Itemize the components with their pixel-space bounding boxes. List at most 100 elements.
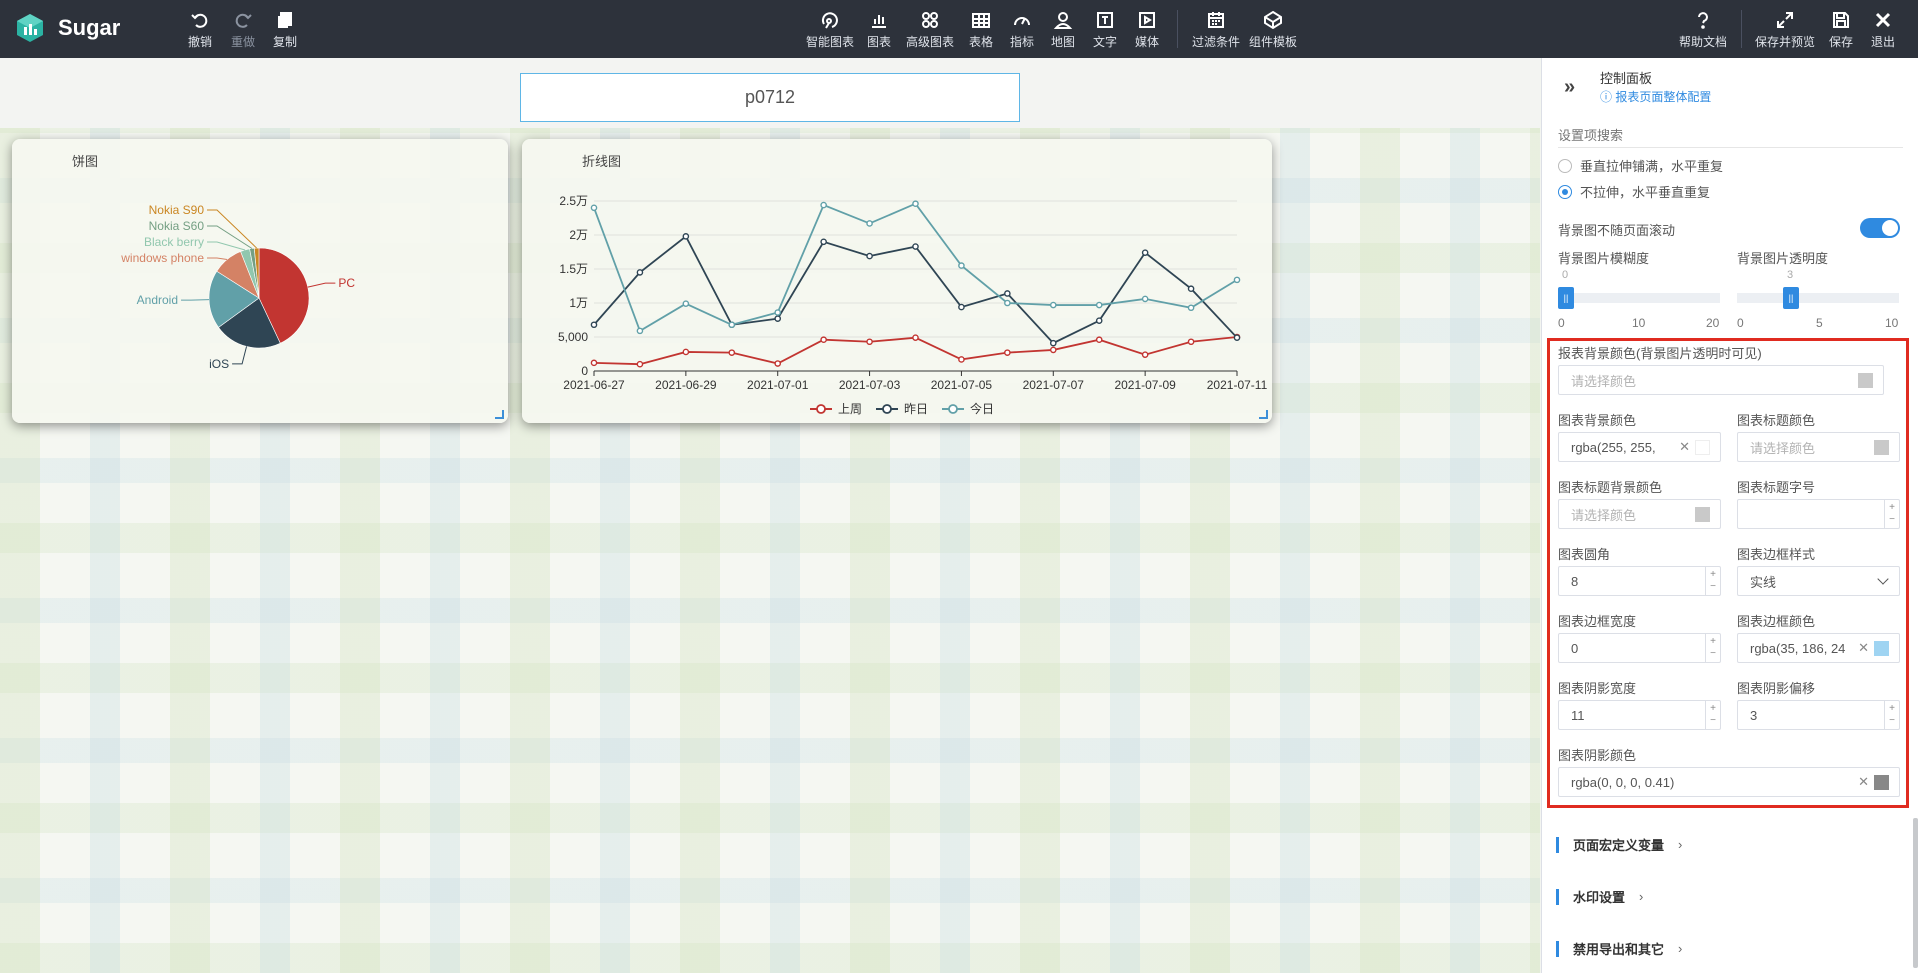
table-button[interactable]: 表格 [969,10,993,50]
advanced-chart-button[interactable]: 高级图表 [906,10,954,50]
report-canvas[interactable]: p0712 饼图 PC iOS Android windows phone Black … [0,58,1540,973]
collapse-panel-icon[interactable]: » [1564,76,1575,99]
data-point[interactable] [912,243,919,250]
data-point[interactable] [590,359,598,367]
radio-no-stretch[interactable]: 不拉伸，水平垂直重复 [1558,182,1710,201]
data-point[interactable] [774,309,782,316]
radio-button[interactable] [1558,158,1572,173]
save-button[interactable]: 保存 [1829,10,1853,50]
section-watermark[interactable]: 水印设置 › [1556,887,1643,906]
border-style-select[interactable]: 实线 [1737,566,1900,596]
exit-button[interactable]: 退出 [1871,10,1895,50]
data-point[interactable] [1141,249,1149,256]
data-point[interactable] [958,356,965,363]
legend-label[interactable]: 昨日 [904,402,928,416]
data-point[interactable] [682,300,690,307]
data-point[interactable] [1004,349,1011,356]
data-point[interactable] [820,201,827,209]
data-point[interactable] [866,220,873,227]
data-point[interactable] [1141,351,1149,358]
number-stepper[interactable]: + − [1884,701,1899,729]
data-point[interactable] [1187,285,1195,293]
data-point[interactable] [1004,299,1011,307]
app-logo[interactable]: Sugar [14,12,120,44]
chart-bg-color-picker[interactable]: rgba(255, 255, ✕ [1558,432,1721,462]
panel-scrollbar[interactable] [1913,818,1918,968]
number-stepper[interactable]: + − [1705,567,1720,595]
shadow-color-picker[interactable]: rgba(0, 0, 0, 0.41) ✕ [1558,767,1900,797]
data-point[interactable] [958,303,965,311]
blur-slider[interactable]: 0 || [1558,269,1720,309]
settings-search-input[interactable] [1558,124,1903,148]
legend-label[interactable]: 今日 [970,401,994,416]
data-point[interactable] [774,360,782,367]
border-width-input[interactable]: 0 + − [1558,633,1721,663]
resize-handle[interactable] [1259,410,1268,419]
page-title-box[interactable]: p0712 [520,73,1020,122]
data-point[interactable] [912,200,919,208]
data-point[interactable] [636,327,644,335]
data-point[interactable] [636,269,644,276]
data-point[interactable] [1004,290,1011,297]
data-point[interactable] [1095,317,1103,324]
number-stepper[interactable]: + − [1884,500,1899,528]
number-stepper[interactable]: + − [1705,701,1720,729]
component-template-button[interactable]: 组件模板 [1249,10,1297,50]
chart-title-bg-color-picker[interactable]: 请选择颜色 [1558,499,1721,529]
data-point[interactable] [1187,338,1195,346]
clear-icon[interactable]: ✕ [1858,774,1869,790]
data-point[interactable] [636,360,644,368]
media-button[interactable]: 媒体 [1135,10,1159,50]
clear-icon[interactable]: ✕ [1679,439,1690,455]
data-point[interactable] [912,334,919,341]
copy-button[interactable]: 复制 [273,10,297,50]
data-point[interactable] [1049,339,1057,347]
section-macro-variables[interactable]: 页面宏定义变量 › [1556,835,1682,854]
data-point[interactable] [1095,336,1103,344]
chart-button[interactable]: 图表 [867,10,891,50]
radio-stretch-vertical[interactable]: 垂直拉伸铺满，水平重复 [1558,156,1723,175]
number-stepper[interactable]: + − [1705,634,1720,662]
chart-title-size-input[interactable]: + − [1737,499,1900,529]
radius-input[interactable]: 8 + − [1558,566,1721,596]
resize-handle[interactable] [495,410,504,419]
radio-button-selected[interactable] [1558,184,1572,199]
fixed-bg-toggle[interactable] [1860,218,1900,238]
data-point[interactable] [1233,276,1241,284]
indicator-button[interactable]: 指标 [1010,10,1034,50]
data-point[interactable] [1049,301,1057,309]
line-chart-card[interactable]: 折线图 0 5,000 1万 1.5万 2万 2.5万 2021-06-27 2021-06-… [522,139,1272,423]
filter-button[interactable]: 过滤条件 [1192,10,1240,50]
data-point[interactable] [728,349,736,356]
shadow-offset-input[interactable]: 3 + − [1737,700,1900,730]
opacity-slider-thumb[interactable]: || [1783,287,1799,309]
data-point[interactable] [682,233,690,240]
border-color-picker[interactable]: rgba(35, 186, 24 ✕ [1737,633,1900,663]
data-point[interactable] [820,238,827,246]
map-button[interactable]: 地图 [1051,10,1075,50]
save-preview-button[interactable]: 保存并预览 [1755,10,1815,50]
clear-icon[interactable]: ✕ [1858,640,1869,656]
blur-slider-thumb[interactable]: || [1558,287,1574,309]
pie-chart-card[interactable]: 饼图 PC iOS Android windows phone Black berry N… [12,139,508,423]
data-point[interactable] [774,315,782,322]
data-point[interactable] [682,348,690,356]
data-point[interactable] [1141,295,1149,303]
data-point[interactable] [1233,334,1241,341]
data-point[interactable] [866,252,873,260]
report-config-link[interactable]: ⓘ 报表页面整体配置 [1600,88,1711,105]
data-point[interactable] [1187,304,1195,312]
legend-label[interactable]: 上周 [838,402,862,416]
data-point[interactable] [590,321,598,329]
chart-title-color-picker[interactable]: 请选择颜色 [1737,432,1900,462]
data-point[interactable] [1095,301,1103,309]
report-bg-color-picker[interactable]: 请选择颜色 [1558,365,1884,395]
data-point[interactable] [866,338,873,346]
data-point[interactable] [728,321,736,329]
text-button[interactable]: 文字 [1093,10,1117,50]
redo-button[interactable]: 重做 [231,10,255,50]
section-export-other[interactable]: 禁用导出和其它 › [1556,939,1682,958]
data-point[interactable] [1049,346,1057,354]
shadow-width-input[interactable]: 11 + − [1558,700,1721,730]
smart-chart-button[interactable]: 智能图表 [806,10,854,50]
